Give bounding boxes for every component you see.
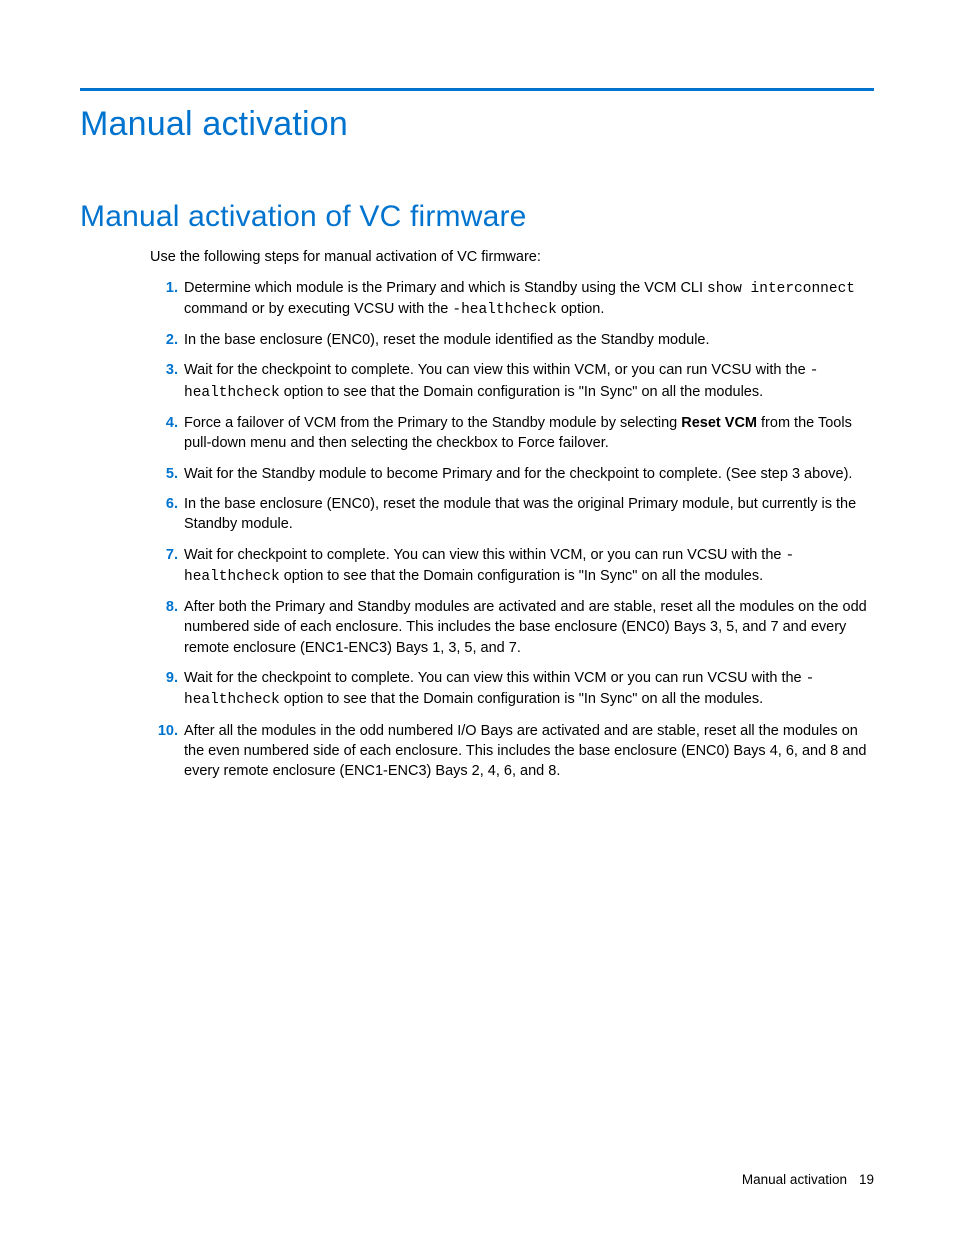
page-footer: Manual activation 19 (742, 1172, 874, 1187)
step-5: Wait for the Standby module to become Pr… (150, 464, 874, 484)
steps-list: Determine which module is the Primary an… (150, 278, 874, 782)
section-title-h2: Manual activation of VC firmware (80, 200, 874, 234)
footer-section-name: Manual activation (742, 1172, 847, 1187)
step-text: option to see that the Domain configurat… (280, 691, 763, 707)
step-text: option to see that the Domain configurat… (280, 568, 763, 584)
step-text: After both the Primary and Standby modul… (184, 599, 867, 656)
step-text: Wait for the checkpoint to complete. You… (184, 362, 810, 378)
step-text: option. (557, 301, 605, 317)
intro-paragraph: Use the following steps for manual activ… (150, 248, 874, 268)
step-text: Wait for checkpoint to complete. You can… (184, 547, 786, 563)
step-text: Wait for the Standby module to become Pr… (184, 466, 852, 482)
step-8: After both the Primary and Standby modul… (150, 597, 874, 658)
step-2: In the base enclosure (ENC0), reset the … (150, 330, 874, 350)
step-4: Force a failover of VCM from the Primary… (150, 413, 874, 454)
step-text: After all the modules in the odd numbere… (184, 723, 866, 780)
footer-page-number: 19 (859, 1172, 874, 1187)
code-snippet: show interconnect (707, 281, 855, 297)
page: Manual activation Manual activation of V… (0, 0, 954, 1235)
step-text: In the base enclosure (ENC0), reset the … (184, 496, 856, 532)
step-9: Wait for the checkpoint to complete. You… (150, 668, 874, 711)
bold-text: Reset VCM (681, 415, 757, 431)
step-text: Wait for the checkpoint to complete. You… (184, 670, 806, 686)
step-text: command or by executing VCSU with the (184, 301, 452, 317)
step-text: option to see that the Domain configurat… (280, 384, 763, 400)
top-rule (80, 88, 874, 91)
step-6: In the base enclosure (ENC0), reset the … (150, 494, 874, 535)
step-3: Wait for the checkpoint to complete. You… (150, 360, 874, 403)
step-1: Determine which module is the Primary an… (150, 278, 874, 321)
step-text: Determine which module is the Primary an… (184, 280, 707, 296)
step-text: In the base enclosure (ENC0), reset the … (184, 332, 710, 348)
step-7: Wait for checkpoint to complete. You can… (150, 545, 874, 588)
code-snippet: -healthcheck (452, 302, 556, 318)
step-text: Force a failover of VCM from the Primary… (184, 415, 681, 431)
page-title-h1: Manual activation (80, 105, 874, 144)
step-10: After all the modules in the odd numbere… (150, 721, 874, 782)
